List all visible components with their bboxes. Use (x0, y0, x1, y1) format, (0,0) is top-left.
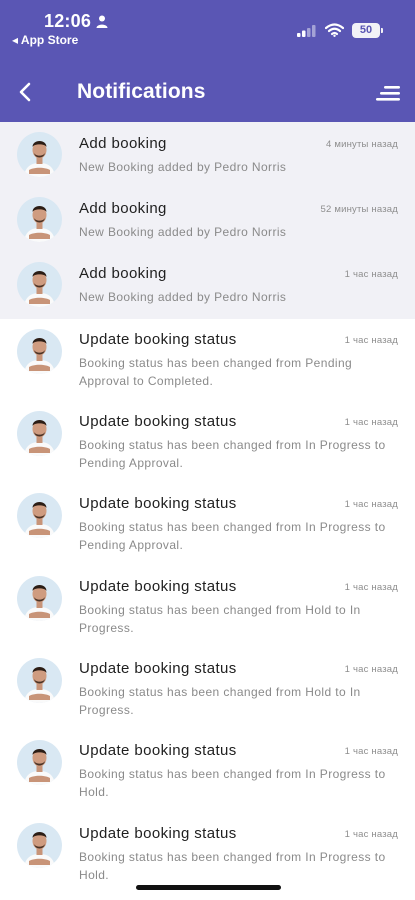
notification-item[interactable]: Add booking 52 минуты назад New Booking … (0, 187, 415, 252)
sort-lines-icon[interactable] (374, 82, 402, 104)
notification-description: Booking status has been changed from Hol… (79, 603, 361, 635)
avatar (17, 262, 62, 307)
notification-time: 1 час назад (344, 499, 398, 510)
page-title: Notifications (77, 80, 206, 103)
person-icon (96, 15, 108, 28)
notification-time: 1 час назад (344, 417, 398, 428)
notification-title: Update booking status (79, 742, 237, 759)
notification-description: New Booking added by Pedro Norris (79, 160, 287, 174)
notification-title: Update booking status (79, 331, 237, 348)
wifi-icon (325, 23, 344, 37)
avatar (17, 197, 62, 242)
notification-item[interactable]: Update booking status 1 час назад Bookin… (0, 401, 415, 483)
notification-description: Booking status has been changed from Hol… (79, 685, 361, 717)
notification-title: Update booking status (79, 825, 237, 842)
notification-time: 1 час назад (344, 829, 398, 840)
avatar (17, 740, 62, 785)
avatar (17, 493, 62, 538)
avatar (17, 132, 62, 177)
chevron-left-icon[interactable] (14, 80, 38, 104)
notification-item[interactable]: Update booking status 1 час назад Bookin… (0, 566, 415, 648)
notification-title: Add booking (79, 200, 167, 217)
notification-title: Update booking status (79, 495, 237, 512)
notification-description: New Booking added by Pedro Norris (79, 225, 287, 239)
notification-time: 1 час назад (344, 746, 398, 757)
notification-title: Add booking (79, 135, 167, 152)
home-indicator[interactable] (136, 885, 281, 890)
notification-description: Booking status has been changed from In … (79, 767, 386, 799)
notification-time: 1 час назад (344, 335, 398, 346)
avatar (17, 329, 62, 374)
avatar (17, 658, 62, 703)
status-time: 12:06 (44, 11, 92, 31)
avatar (17, 823, 62, 868)
notification-description: Booking status has been changed from In … (79, 520, 386, 552)
avatar (17, 411, 62, 456)
avatar (17, 576, 62, 621)
notification-time: 1 час назад (344, 582, 398, 593)
notification-time: 1 час назад (344, 269, 398, 280)
notification-time: 4 минуты назад (326, 139, 398, 150)
notification-time: 52 минуты назад (320, 204, 398, 215)
notification-description: Booking status has been changed from In … (79, 438, 386, 470)
cellular-signal-icon (297, 25, 316, 37)
notification-item[interactable]: Update booking status 1 час назад Bookin… (0, 730, 415, 813)
notification-item[interactable]: Update booking status 1 час назад Bookin… (0, 648, 415, 730)
notification-description: New Booking added by Pedro Norris (79, 290, 287, 304)
battery-icon: 50 (352, 23, 380, 38)
notification-title: Update booking status (79, 413, 237, 430)
notification-item[interactable]: Update booking status 1 час назад Bookin… (0, 319, 415, 401)
notification-item[interactable]: Update booking status 1 час назад Bookin… (0, 483, 415, 566)
notification-description: Booking status has been changed from Pen… (79, 356, 353, 388)
notification-item[interactable]: Add booking 4 минуты назад New Booking a… (0, 122, 415, 187)
notification-title: Update booking status (79, 660, 237, 677)
app-header: 12:06 ◂ App Store 50 Notifications (0, 0, 415, 122)
notification-title: Add booking (79, 265, 167, 282)
back-to-app-store-link[interactable]: ◂ App Store (12, 33, 78, 47)
battery-tip (381, 28, 383, 33)
notification-time: 1 час назад (344, 664, 398, 675)
notification-item[interactable]: Add booking 1 час назад New Booking adde… (0, 252, 415, 319)
notification-description: Booking status has been changed from In … (79, 850, 386, 882)
notification-title: Update booking status (79, 578, 237, 595)
